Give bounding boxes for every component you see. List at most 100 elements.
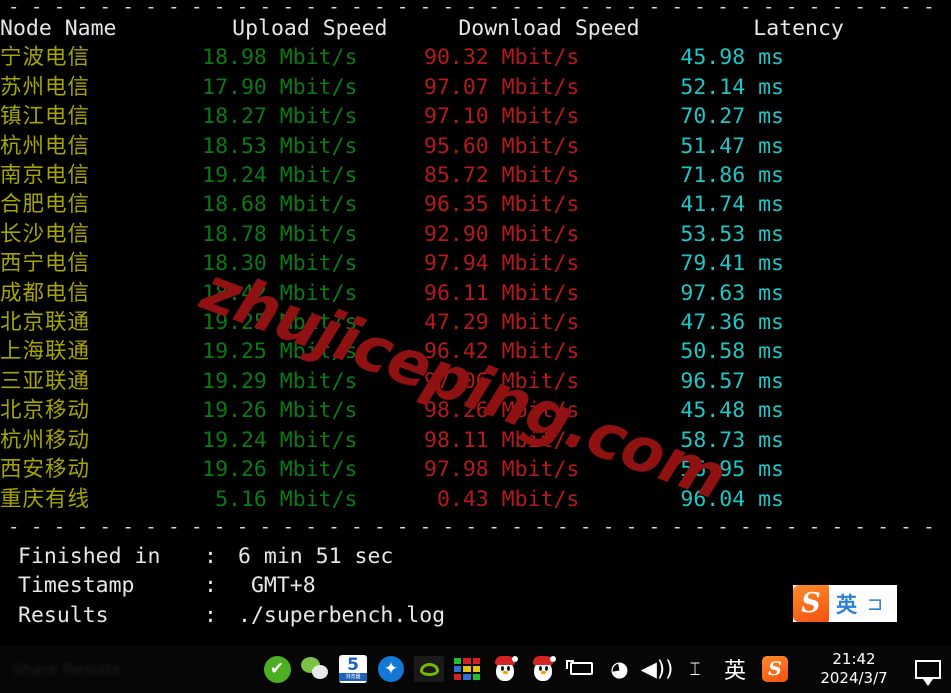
cell-latency: 79.41 ms bbox=[680, 251, 784, 277]
summary-value: 6 min 51 sec bbox=[238, 543, 394, 569]
cell-download-speed: 95.60 Mbit/s bbox=[424, 133, 580, 159]
sogou-ime-icon[interactable]: S bbox=[760, 654, 790, 684]
cell-upload-speed: 18.53 Mbit/s bbox=[202, 133, 358, 159]
cell-node-name: 北京移动 bbox=[0, 398, 91, 424]
cell-download-speed: 98.11 Mbit/s bbox=[424, 427, 580, 453]
summary-line: Finished in:6 min 51 sec bbox=[0, 542, 951, 572]
cell-latency: 52.14 ms bbox=[680, 74, 784, 100]
cell-upload-speed: 18.68 Mbit/s bbox=[202, 192, 358, 218]
cell-node-name: 苏州电信 bbox=[0, 74, 91, 100]
volume-icon[interactable]: ◀)) bbox=[641, 654, 674, 684]
summary-separator: : bbox=[204, 573, 217, 599]
wechat-icon[interactable] bbox=[300, 654, 330, 684]
cell-node-name: 三亚联通 bbox=[0, 368, 91, 394]
cell-node-name: 西安移动 bbox=[0, 457, 91, 483]
summary-value: GMT+8 bbox=[238, 573, 316, 599]
cell-latency: 53.53 ms bbox=[680, 221, 784, 247]
table-row: 重庆有线 5.16 Mbit/s 0.43 Mbit/s 96.04 ms bbox=[0, 485, 920, 514]
benchmark-table: Node Name Upload Speed Download Speed La… bbox=[0, 14, 920, 514]
cell-upload-speed: 18.42 Mbit/s bbox=[202, 280, 358, 306]
cell-download-speed: 92.90 Mbit/s bbox=[424, 221, 580, 247]
desktop-screen: - - - - - - - - - - - - - - - - - - - - … bbox=[0, 0, 951, 693]
cell-upload-speed: 17.90 Mbit/s bbox=[202, 74, 358, 100]
cell-download-speed: 97.98 Mbit/s bbox=[424, 457, 580, 483]
column-header-upload-speed: Upload Speed bbox=[232, 16, 388, 41]
cell-download-speed: 47.29 Mbit/s bbox=[424, 310, 580, 336]
cell-upload-speed: 19.26 Mbit/s bbox=[202, 398, 358, 424]
sogou-ime-label: S bbox=[762, 656, 788, 682]
table-row: 苏州电信 17.90 Mbit/s 97.07 Mbit/s 52.14 ms bbox=[0, 73, 920, 102]
table-row: 杭州移动 19.24 Mbit/s 98.11 Mbit/s 58.73 ms bbox=[0, 426, 920, 455]
cell-latency: 45.48 ms bbox=[680, 398, 784, 424]
cell-latency: 45.98 ms bbox=[680, 45, 784, 71]
cell-download-speed: 97.07 Mbit/s bbox=[424, 74, 580, 100]
table-row: 北京联通 19.25 Mbit/s 47.29 Mbit/s 47.36 ms bbox=[0, 308, 920, 337]
summary-label: Results bbox=[18, 602, 109, 628]
taskbar-left-region: Share Results bbox=[0, 645, 262, 693]
divider-bottom: - - - - - - - - - - - - - - - - - - - - … bbox=[8, 519, 945, 534]
summary-separator: : bbox=[204, 602, 217, 628]
cell-latency: 96.04 ms bbox=[680, 486, 784, 512]
cell-node-name: 杭州电信 bbox=[0, 133, 91, 159]
cell-download-speed: 97.06 Mbit/s bbox=[424, 368, 580, 394]
cell-download-speed: 97.10 Mbit/s bbox=[424, 104, 580, 130]
cell-download-speed: 96.42 Mbit/s bbox=[424, 339, 580, 365]
cell-upload-speed: 18.98 Mbit/s bbox=[202, 45, 358, 71]
nvidia-icon[interactable] bbox=[414, 654, 444, 684]
summary-label: Finished in bbox=[18, 543, 161, 569]
cell-node-name: 合肥电信 bbox=[0, 192, 91, 218]
cell-node-name: 成都电信 bbox=[0, 280, 91, 306]
color-grid-icon[interactable] bbox=[452, 654, 482, 684]
taskbar: Share Results ✔ 5 浏览器 ✦ ◕ ◀)) ⌶ 英 S 21:4… bbox=[0, 645, 951, 693]
cell-node-name: 南京电信 bbox=[0, 163, 91, 189]
sogou-ime-floating-bar[interactable]: S 英 ⊐ bbox=[793, 585, 897, 622]
wifi-icon[interactable]: ◕ bbox=[604, 654, 634, 684]
cell-upload-speed: 19.25 Mbit/s bbox=[202, 339, 358, 365]
cell-node-name: 西宁电信 bbox=[0, 251, 91, 277]
cell-upload-speed: 19.24 Mbit/s bbox=[202, 427, 358, 453]
sogou-browser-5-icon[interactable]: 5 浏览器 bbox=[338, 654, 368, 684]
table-row: 三亚联通 19.29 Mbit/s 97.06 Mbit/s 96.57 ms bbox=[0, 367, 920, 396]
cell-node-name: 长沙电信 bbox=[0, 221, 91, 247]
cell-upload-speed: 19.26 Mbit/s bbox=[202, 457, 358, 483]
cell-download-speed: 90.32 Mbit/s bbox=[424, 45, 580, 71]
battery-charging-icon[interactable] bbox=[566, 654, 596, 684]
cell-upload-speed: 19.25 Mbit/s bbox=[202, 310, 358, 336]
cell-node-name: 杭州移动 bbox=[0, 427, 91, 453]
cell-download-speed: 98.26 Mbit/s bbox=[424, 398, 580, 424]
ime-keyboard-icon[interactable]: ⊐ bbox=[867, 593, 883, 615]
terminal-window[interactable]: - - - - - - - - - - - - - - - - - - - - … bbox=[0, 0, 951, 645]
table-row: 北京移动 19.26 Mbit/s 98.26 Mbit/s 45.48 ms bbox=[0, 396, 920, 425]
table-row: 成都电信 18.42 Mbit/s 96.11 Mbit/s 97.63 ms bbox=[0, 279, 920, 308]
cell-upload-speed: 19.29 Mbit/s bbox=[202, 368, 358, 394]
cell-latency: 71.86 ms bbox=[680, 163, 784, 189]
cell-download-speed: 96.35 Mbit/s bbox=[424, 192, 580, 218]
cell-latency: 51.47 ms bbox=[680, 133, 784, 159]
cell-node-name: 宁波电信 bbox=[0, 45, 91, 71]
table-row: 南京电信 19.24 Mbit/s 85.72 Mbit/s 71.86 ms bbox=[0, 161, 920, 190]
table-row: 长沙电信 18.78 Mbit/s 92.90 Mbit/s 53.53 ms bbox=[0, 220, 920, 249]
table-row: 西宁电信 18.30 Mbit/s 97.94 Mbit/s 79.41 ms bbox=[0, 249, 920, 278]
taskbar-clock[interactable]: 21:42 2024/3/7 bbox=[811, 650, 897, 688]
security-check-icon[interactable]: ✔ bbox=[262, 654, 292, 684]
qq-penguin-icon-1[interactable] bbox=[490, 654, 520, 684]
ime-mode-label[interactable]: 英 bbox=[836, 589, 857, 619]
cell-upload-speed: 18.30 Mbit/s bbox=[202, 251, 358, 277]
sogou-logo-icon[interactable]: S bbox=[793, 585, 829, 622]
cell-upload-speed: 19.24 Mbit/s bbox=[202, 163, 358, 189]
ime-lang-icon[interactable]: 英 bbox=[718, 654, 752, 684]
cell-latency: 58.73 ms bbox=[680, 427, 784, 453]
cell-latency: 41.74 ms bbox=[680, 192, 784, 218]
bluetooth-icon[interactable]: ✦ bbox=[376, 654, 406, 684]
column-header-node-name: Node Name bbox=[0, 16, 117, 41]
cell-download-speed: 85.72 Mbit/s bbox=[424, 163, 580, 189]
summary-value: ./superbench.log bbox=[238, 602, 446, 628]
table-row: 镇江电信 18.27 Mbit/s 97.10 Mbit/s 70.27 ms bbox=[0, 102, 920, 131]
notifications-button[interactable] bbox=[905, 645, 951, 693]
cell-node-name: 镇江电信 bbox=[0, 104, 91, 130]
ime-lang-label: 英 bbox=[723, 659, 746, 684]
cell-latency: 70.27 ms bbox=[680, 104, 784, 130]
keyboard-icon[interactable]: ⌶ bbox=[680, 654, 710, 684]
qq-penguin-icon-2[interactable] bbox=[528, 654, 558, 684]
cell-download-speed: 96.11 Mbit/s bbox=[424, 280, 580, 306]
